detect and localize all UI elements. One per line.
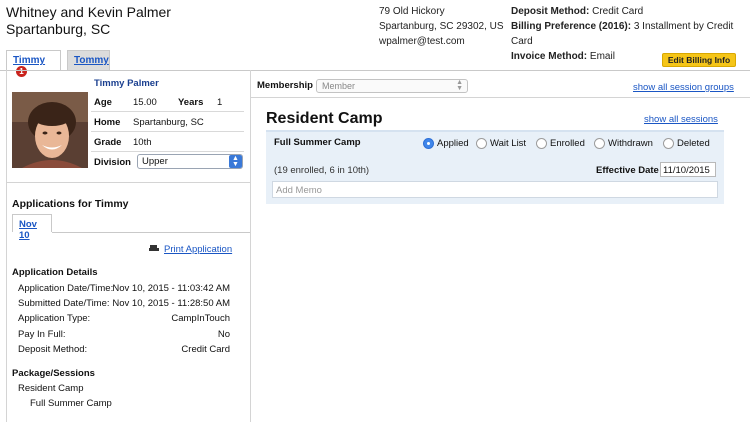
effective-date-input[interactable]: 11/10/2015 — [660, 162, 716, 177]
session-name: Full Summer Camp — [274, 137, 361, 148]
address-street: 79 Old Hickory — [379, 6, 445, 17]
billing-value: Credit Card — [592, 6, 644, 17]
add-memo-input[interactable]: Add Memo — [272, 181, 718, 198]
panel-divider — [6, 182, 251, 183]
division-label: Division — [94, 157, 131, 168]
status-label: Enrolled — [550, 138, 585, 149]
detail-value: Nov 10, 2015 - 11:03:42 AM — [112, 283, 230, 294]
status-label: Wait List — [490, 138, 527, 149]
division-select-value: Upper — [142, 156, 168, 167]
camp-title: Resident Camp — [266, 110, 383, 127]
membership-select[interactable]: Member ▲ ▼ — [316, 79, 468, 93]
chevron-updown-icon: ▲ ▼ — [229, 155, 242, 168]
effective-date-label: Effective Date — [596, 165, 659, 176]
camper-home-row: Home Spartanburg, SC — [91, 112, 244, 132]
application-date-tab[interactable]: Nov 10 — [12, 214, 52, 241]
grade-value: 10th — [133, 137, 152, 148]
radio-icon — [594, 138, 605, 149]
age-label: Age — [94, 97, 112, 108]
package-name: Resident Camp — [18, 383, 84, 394]
membership-divider — [251, 97, 750, 98]
application-details-heading: Application Details — [12, 267, 98, 278]
radio-icon — [663, 138, 674, 149]
tab-timmy[interactable]: Timmy1 — [6, 50, 61, 77]
subtab-underline — [52, 232, 250, 233]
years-value: 1 — [217, 97, 223, 108]
address-email: wpalmer@test.com — [379, 36, 465, 47]
detail-value: Nov 10, 2015 - 11:28:50 AM — [112, 298, 230, 309]
detail-label: Application Type: — [18, 313, 91, 324]
camper-division-row: Division Upper ▲ ▼ — [91, 152, 244, 172]
print-application-link[interactable]: Print Application — [164, 244, 232, 255]
membership-select-value: Member — [322, 81, 356, 91]
package-sessions-heading: Package/Sessions — [12, 368, 95, 379]
billing-label: Invoice Method: — [511, 51, 588, 62]
show-all-session-groups-link[interactable]: show all session groups — [633, 82, 734, 93]
home-label: Home — [94, 117, 121, 128]
division-select[interactable]: Upper ▲ ▼ — [137, 154, 243, 169]
grade-label: Grade — [94, 137, 122, 148]
camper-age-row: Age 15.00 Years 1 — [91, 92, 244, 112]
camper-photo — [12, 92, 88, 168]
detail-value: Credit Card — [181, 344, 230, 355]
detail-label: Submitted Date/Time: — [18, 298, 110, 309]
detail-value: CampInTouch — [171, 313, 230, 324]
tab-tommy[interactable]: Tommy — [67, 50, 110, 70]
radio-icon — [536, 138, 547, 149]
family-name: Whitney and Kevin Palmer Spartanburg, SC — [6, 4, 171, 38]
chevron-updown-icon: ▲ ▼ — [456, 79, 463, 92]
camper-name: Timmy Palmer — [94, 78, 159, 89]
status-label: Withdrawn — [608, 138, 653, 149]
status-label: Deleted — [677, 138, 710, 149]
detail-label: Pay In Full: — [18, 329, 66, 340]
tab-timmy-label[interactable]: Timmy — [13, 55, 45, 66]
radio-selected-icon — [423, 138, 434, 149]
camper-grade-row: Grade 10th — [91, 132, 244, 152]
package-session-name: Full Summer Camp — [30, 398, 112, 409]
billing-label: Deposit Method: — [511, 6, 590, 17]
printer-icon — [149, 245, 159, 252]
billing-deposit-method: Deposit Method: Credit Card — [511, 4, 750, 19]
detail-value: No — [217, 329, 230, 340]
detail-label: Deposit Method: — [18, 344, 88, 355]
status-label: Applied — [437, 138, 469, 149]
enrollment-count: (19 enrolled, 6 in 10th) — [274, 165, 370, 176]
show-all-sessions-link[interactable]: show all sessions — [644, 114, 718, 125]
address-city: Spartanburg, SC 29302, US — [379, 21, 504, 32]
billing-preference: Billing Preference (2016): 3 Installment… — [511, 19, 750, 49]
years-label: Years — [178, 97, 204, 108]
membership-label: Membership — [257, 80, 313, 91]
print-application[interactable]: Print Application — [149, 244, 232, 255]
home-value: Spartanburg, SC — [133, 117, 204, 128]
age-value: 15.00 — [133, 97, 157, 108]
radio-icon — [476, 138, 487, 149]
family-name-line: Whitney and Kevin Palmer — [6, 4, 171, 20]
detail-label: Application Date/Time: — [18, 283, 114, 294]
billing-label: Billing Preference (2016): — [511, 21, 632, 32]
family-location: Spartanburg, SC — [6, 21, 111, 37]
tab-tommy-label[interactable]: Tommy — [74, 55, 109, 66]
applications-title: Applications for Timmy — [12, 198, 129, 210]
edit-billing-info-button[interactable]: Edit Billing Info — [662, 53, 736, 67]
camper-photo-image — [12, 92, 88, 168]
family-address: 79 Old Hickory Spartanburg, SC 29302, US… — [379, 4, 504, 49]
billing-value: Email — [589, 51, 615, 62]
